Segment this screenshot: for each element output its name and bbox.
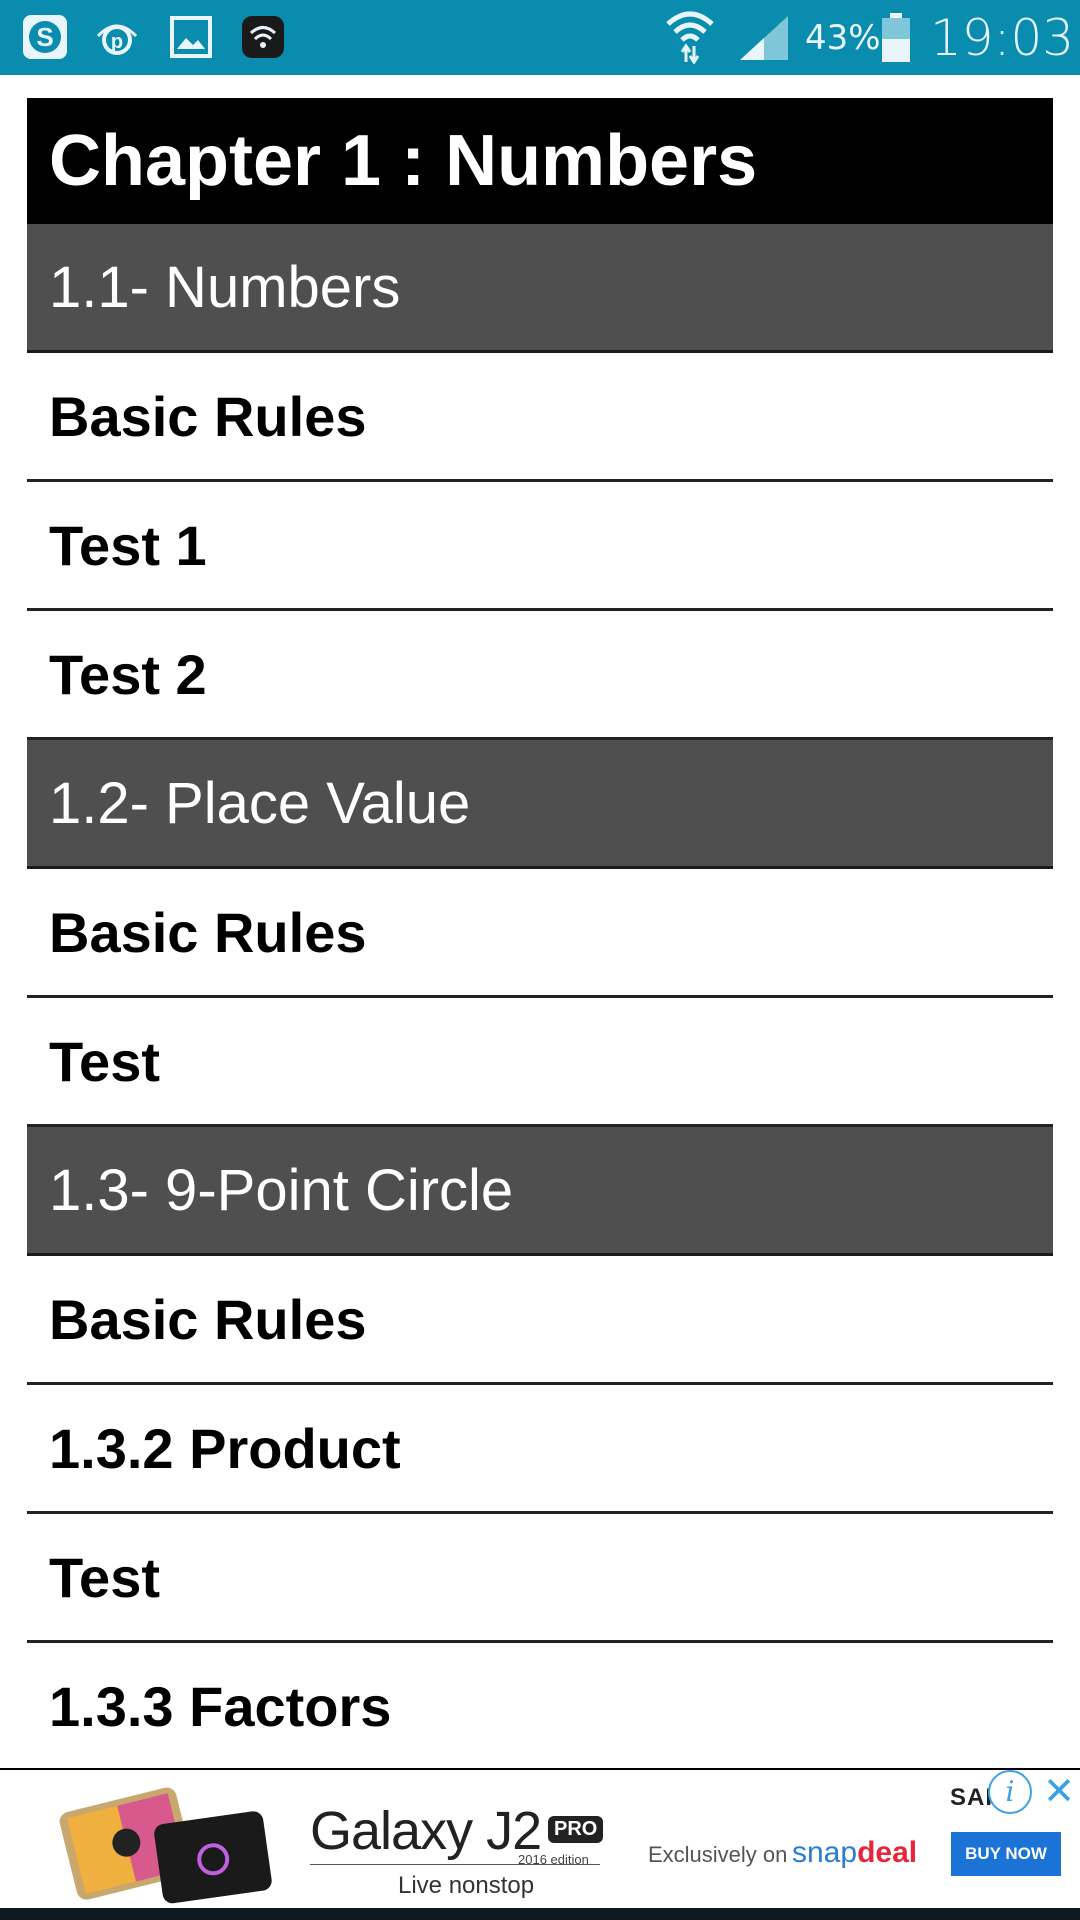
list-item-product[interactable]: 1.3.2 Product [27, 1385, 1053, 1514]
phone-image [48, 1778, 278, 1906]
chapter-list: Chapter 1 : Numbers 1.1- Numbers Basic R… [27, 98, 1053, 1772]
wifi-signal-icon [664, 8, 714, 65]
list-item-test-2[interactable]: Test 2 [27, 611, 1053, 740]
navigation-bar [0, 1908, 1080, 1920]
list-item-test[interactable]: Test [27, 998, 1053, 1127]
section-header-1-3[interactable]: 1.3- 9-Point Circle [27, 1127, 1053, 1256]
svg-text:S: S [36, 22, 53, 52]
list-item-test-1[interactable]: Test 1 [27, 482, 1053, 611]
battery-percent: 43% [805, 17, 881, 58]
ad-exclusive-text: Exclusively on [648, 1842, 788, 1867]
clock: 19:03 [930, 8, 1075, 67]
ad-banner[interactable]: Galaxy J2 PRO 2016 edition Live nonstop … [0, 1768, 1080, 1910]
list-item-basic-rules[interactable]: Basic Rules [27, 1256, 1053, 1385]
wifi-app-icon [240, 14, 286, 60]
list-item-basic-rules[interactable]: Basic Rules [27, 869, 1053, 998]
brand-part-2: deal [857, 1836, 918, 1869]
divider [310, 1864, 600, 1865]
cellular-signal-icon [738, 14, 788, 60]
gallery-icon [168, 14, 214, 60]
ad-tagline: Live nonstop [398, 1872, 535, 1899]
chapter-title: Chapter 1 : Numbers [27, 98, 1053, 224]
buy-now-button[interactable]: BUY NOW [951, 1832, 1061, 1876]
ad-brand-logo: snapdeal [792, 1836, 917, 1870]
ad-close-icon[interactable]: ✕ [1038, 1770, 1080, 1814]
svg-text:p: p [111, 31, 123, 53]
ad-title: Galaxy J2 [310, 1801, 542, 1861]
battery-icon [880, 12, 926, 62]
list-item-test[interactable]: Test [27, 1514, 1053, 1643]
section-header-1-2[interactable]: 1.2- Place Value [27, 740, 1053, 869]
parking-app-icon: p [92, 14, 138, 60]
list-item-factors[interactable]: 1.3.3 Factors [27, 1643, 1053, 1772]
skype-icon: S [22, 14, 68, 60]
section-header-1-1[interactable]: 1.1- Numbers [27, 224, 1053, 353]
status-bar: S p 43% 19:03 [0, 0, 1080, 75]
brand-part-1: snap [792, 1836, 858, 1869]
list-item-basic-rules[interactable]: Basic Rules [27, 353, 1053, 482]
ad-info-icon[interactable]: i [988, 1770, 1032, 1814]
ad-pro-badge: PRO [548, 1816, 604, 1843]
ad-advertiser-label: SAI [950, 1784, 994, 1811]
